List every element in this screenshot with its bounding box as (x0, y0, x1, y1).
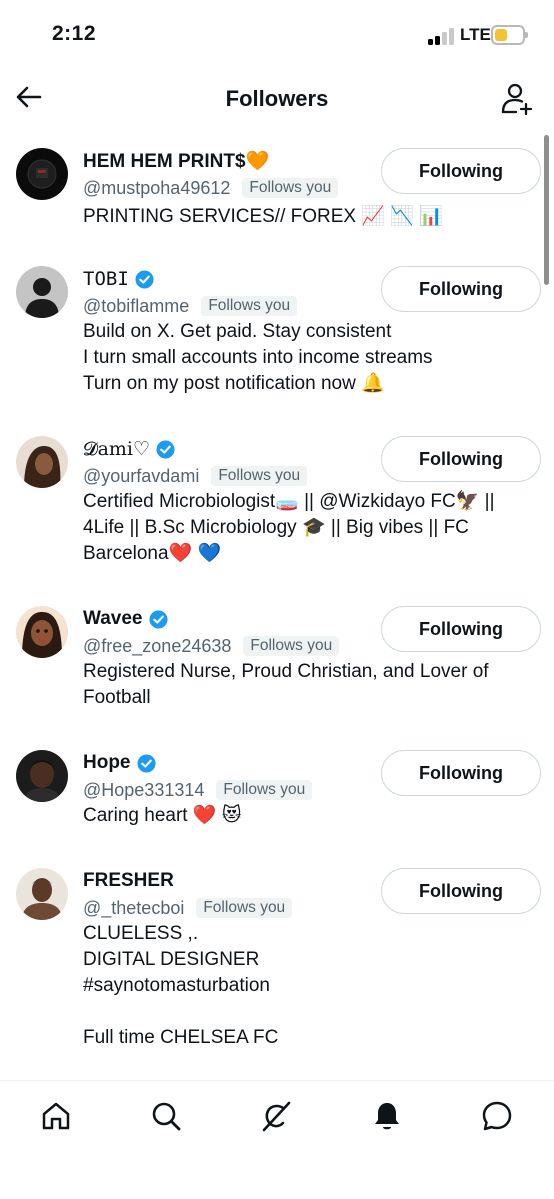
avatar-image (16, 868, 68, 920)
user-bio: Registered Nurse, Proud Christian, and L… (83, 661, 489, 708)
grok-icon (262, 1101, 291, 1132)
avatar[interactable] (16, 750, 68, 802)
following-button[interactable]: Following (381, 266, 541, 312)
display-name[interactable]: TOBI (83, 268, 129, 290)
nav-notifications[interactable] (370, 1099, 404, 1133)
display-name[interactable]: 𝓓ami♡ (83, 438, 150, 460)
user-bio: PRINTING SERVICES// FOREX 📈 📉 📊 (83, 206, 443, 227)
avatar-image (16, 436, 68, 488)
follows-you-badge: Follows you (201, 296, 298, 316)
status-bar: 2:12 LTE (0, 0, 554, 70)
avatar[interactable] (16, 436, 68, 488)
page-title: Followers (225, 86, 329, 111)
messages-icon (482, 1101, 512, 1131)
bottom-nav (0, 1080, 554, 1199)
verified-icon (136, 753, 156, 773)
battery-fill (495, 29, 507, 41)
nav-messages[interactable] (480, 1099, 514, 1133)
avatar[interactable] (16, 148, 68, 200)
avatar[interactable] (16, 868, 68, 920)
default-avatar-image (16, 266, 68, 318)
following-button[interactable]: Following (381, 606, 541, 652)
user-bio: Caring heart ❤️ 😻 (83, 805, 242, 826)
follows-you-badge: Follows you (242, 178, 339, 198)
following-button[interactable]: Following (381, 436, 541, 482)
follows-you-badge: Follows you (211, 466, 308, 486)
avatar-image (16, 606, 68, 658)
search-icon (152, 1102, 181, 1131)
nav-search[interactable] (149, 1099, 183, 1133)
signal-icon (428, 27, 456, 45)
following-button[interactable]: Following (381, 868, 541, 914)
following-button[interactable]: Following (381, 148, 541, 194)
follows-you-badge: Follows you (243, 636, 340, 656)
home-icon (42, 1102, 70, 1130)
display-name[interactable]: FRESHER (83, 870, 174, 892)
notifications-icon (375, 1103, 399, 1130)
user-bio: Certified Microbiologist🧫 || @Wizkidayo … (83, 491, 495, 564)
network-label: LTE (460, 25, 491, 44)
verified-icon (148, 609, 168, 629)
verified-icon (135, 269, 154, 289)
user-bio: CLUELESS ,. DIGITAL DESIGNER #saynotomas… (83, 923, 279, 1048)
user-info: HEM HEM PRINT$🧡 @mustpoha49612 Follows y… (83, 148, 383, 201)
add-user-button[interactable] (498, 80, 534, 116)
scrollbar[interactable] (544, 135, 549, 285)
user-handle[interactable]: @tobiflamme (83, 296, 189, 317)
avatar-image (16, 750, 68, 802)
user-info: TOBI @tobiflamme Follows you (83, 266, 383, 319)
nav-grok[interactable] (259, 1099, 293, 1133)
top-header: Followers (0, 70, 554, 132)
avatar-image (16, 148, 68, 200)
user-handle[interactable]: @mustpoha49612 (83, 178, 230, 199)
user-handle[interactable]: @free_zone24638 (83, 636, 231, 657)
avatar[interactable] (16, 606, 68, 658)
avatar[interactable] (16, 266, 68, 318)
verified-icon (156, 439, 175, 459)
clock: 2:12 (52, 22, 97, 45)
follows-you-badge: Follows you (216, 780, 313, 800)
user-bio: Build on X. Get paid. Stay consistent I … (83, 321, 433, 394)
followers-list: HEM HEM PRINT$🧡 @mustpoha49612 Follows y… (0, 132, 554, 1078)
user-info: Wavee @free_zone24638 Follows you (83, 606, 383, 659)
battery-icon (491, 25, 528, 45)
display-name[interactable]: Hope (83, 752, 131, 774)
follows-you-badge: Follows you (196, 898, 293, 918)
user-handle[interactable]: @_thetecboi (83, 898, 184, 919)
add-user-icon (501, 83, 533, 116)
user-info: Hope @Hope331314 Follows you (83, 750, 383, 803)
user-handle[interactable]: @Hope331314 (83, 780, 204, 801)
nav-home[interactable] (39, 1099, 73, 1133)
user-info: 𝓓ami♡ @yourfavdami Follows you (83, 436, 383, 489)
following-button[interactable]: Following (381, 750, 541, 796)
user-info: FRESHER @_thetecboi Follows you (83, 868, 383, 921)
display-name[interactable]: Wavee (83, 608, 143, 630)
user-handle[interactable]: @yourfavdami (83, 466, 199, 487)
display-name[interactable]: HEM HEM PRINT$🧡 (83, 149, 269, 173)
